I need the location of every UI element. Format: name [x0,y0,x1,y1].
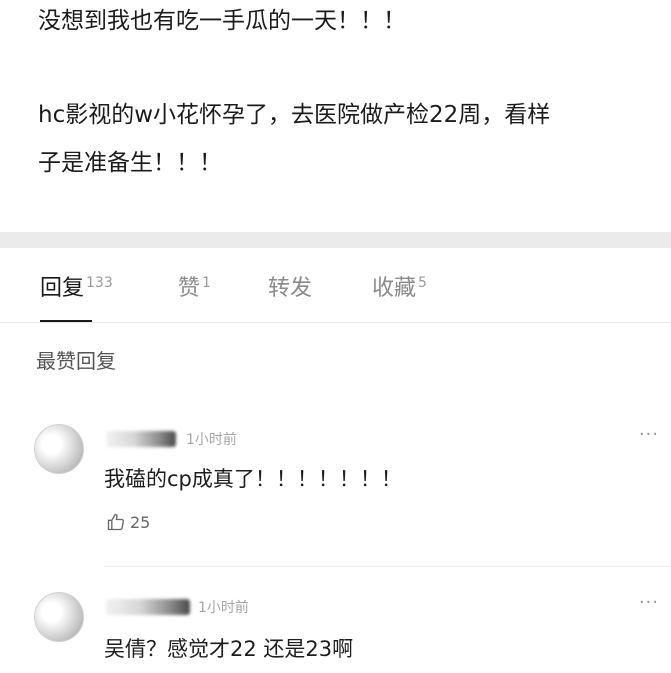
section-title-top-replies: 最赞回复 [36,349,116,373]
comment-time: 1小时前 [186,432,237,448]
tab-replies-count: 133 [86,274,113,291]
comment-text: 我磕的cp成真了！！！！！！！ [104,467,402,491]
tab-replies[interactable]: 回复 133 [40,270,113,302]
comment-divider [104,566,671,567]
post-content: 没想到我也有吃一手瓜的一天！！！ hc影视的w小花怀孕了，去医院做产检22周，看… [0,0,671,230]
post-text-line-2: hc影视的w小花怀孕了，去医院做产检22周，看样 [38,102,551,128]
avatar[interactable] [34,424,84,474]
comment-time: 1小时前 [198,600,249,616]
tab-favorites-label: 收藏 [372,276,417,301]
more-options-icon[interactable]: ··· [639,424,659,445]
like-count: 25 [130,512,151,532]
comment-text: 吴倩？感觉才22 还是23啊 [104,637,354,661]
section-gap [0,232,671,248]
tab-reposts[interactable]: 转发 [268,270,312,302]
tab-likes-label: 赞 [178,276,201,301]
tab-favorites-count: 5 [418,274,427,291]
more-options-icon[interactable]: ··· [639,592,659,613]
tab-bar: 回复 133 赞1 转发 收藏 5 [0,248,671,324]
username-redacted[interactable] [106,431,176,447]
tab-likes-count: 1 [202,274,211,291]
username-redacted[interactable] [106,599,190,615]
tab-bar-divider [0,322,671,323]
tab-favorites[interactable]: 收藏 5 [372,270,427,302]
like-button[interactable]: 25 [106,512,150,532]
tab-replies-label: 回复 [40,276,85,301]
post-text-line-1: 没想到我也有吃一手瓜的一天！！！ [38,8,406,34]
avatar[interactable] [34,592,84,642]
post-text-line-3: 子是准备生！！！ [38,150,222,176]
tab-reposts-label: 转发 [268,276,313,301]
thumbs-up-icon [107,513,125,531]
tab-likes[interactable]: 赞1 [178,270,211,302]
